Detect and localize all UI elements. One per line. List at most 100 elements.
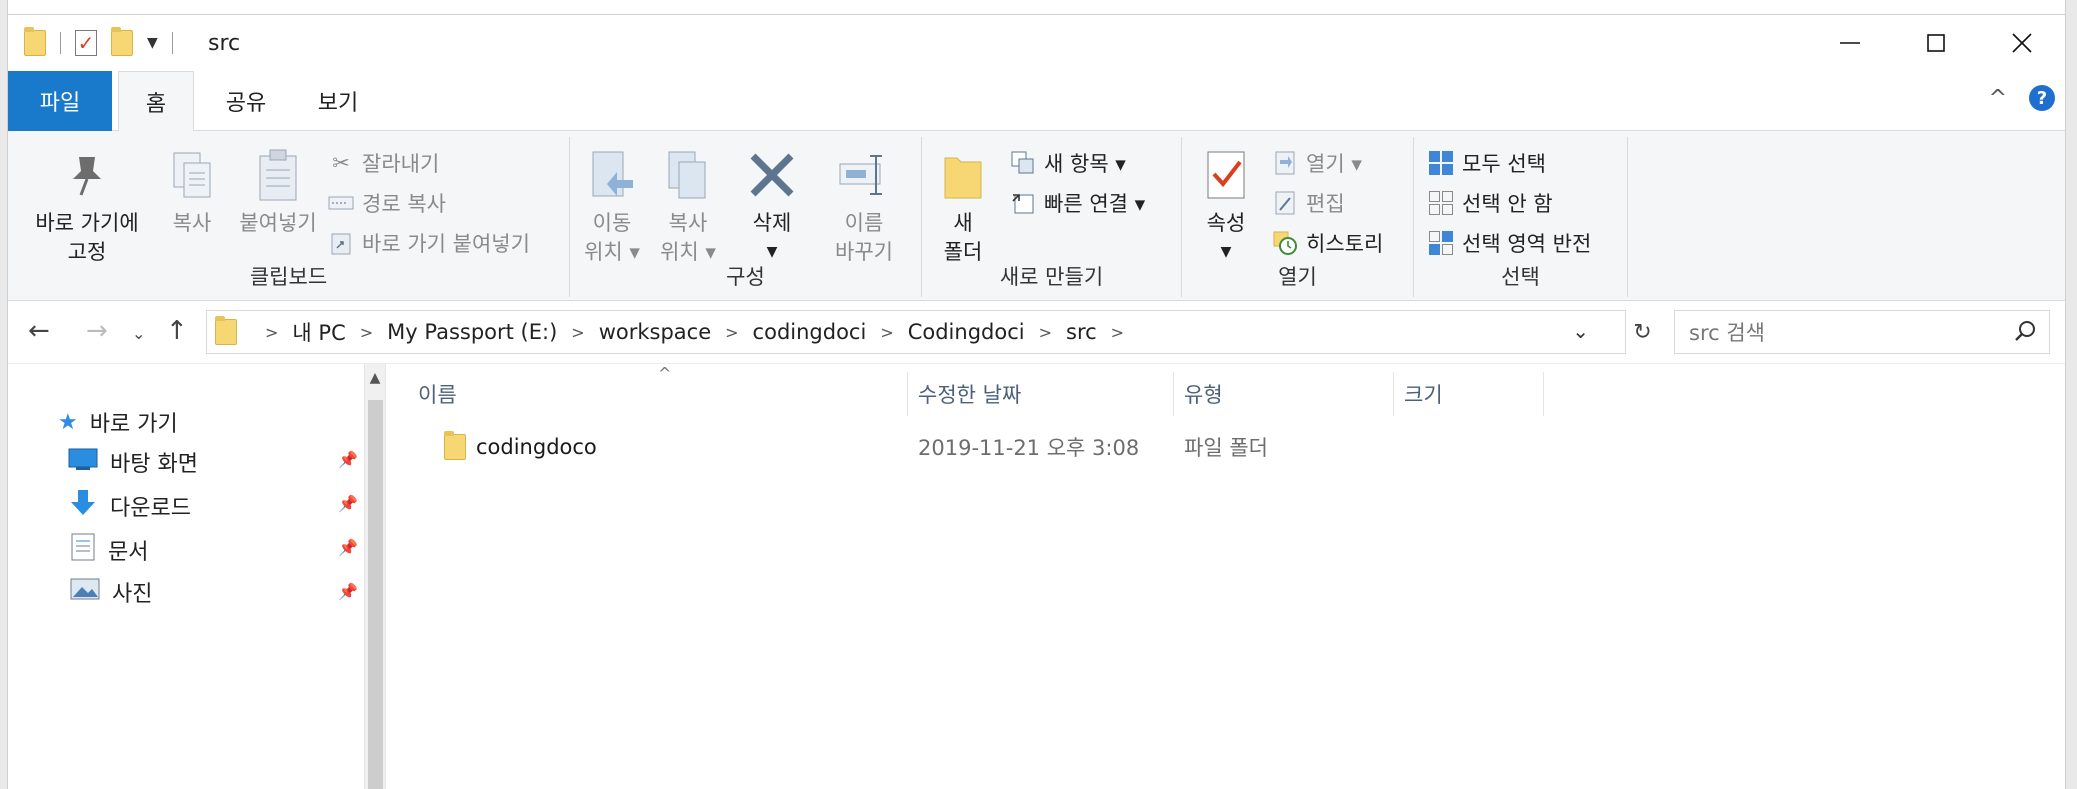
select-none-label: 선택 안 함 (1462, 192, 1553, 216)
easy-access-icon (1010, 190, 1036, 216)
delete-button[interactable]: 삭제 ▼ (740, 145, 804, 267)
new-folder-button[interactable]: 새 폴더 (938, 145, 988, 267)
easy-access-button[interactable]: 빠른 연결 ▾ (1010, 185, 1145, 221)
recent-locations-chevron-icon[interactable]: ⌄ (132, 324, 145, 343)
close-icon (2012, 33, 2032, 53)
pin-label-line1: 바로 가기에 (35, 211, 139, 235)
breadcrumb-separator-icon[interactable]: > (360, 323, 373, 342)
ribbon-tabs: 파일 홈 공유 보기 ^ ? (8, 71, 2065, 132)
copy-button[interactable]: 복사 (160, 145, 224, 238)
history-button[interactable]: 히스토리 (1272, 225, 1383, 261)
nav-item-documents[interactable]: 문서 (70, 532, 148, 568)
minimize-button[interactable] (1807, 15, 1893, 71)
help-icon[interactable]: ? (2029, 85, 2055, 111)
breadcrumb-separator-icon[interactable]: > (880, 323, 893, 342)
nav-item-pictures[interactable]: 사진 (70, 576, 152, 608)
breadcrumb-codingdoci[interactable]: codingdoci (753, 320, 867, 344)
select-all-icon (1428, 150, 1454, 176)
delete-label: 삭제 (752, 211, 792, 235)
toolbar-separator (171, 32, 173, 54)
select-none-icon (1428, 190, 1454, 216)
file-type: 파일 폴더 (1184, 436, 1268, 460)
cut-button[interactable]: ✂ 잘라내기 (328, 145, 439, 181)
scissors-icon: ✂ (332, 151, 350, 175)
group-organize: 이동 위치 ▾ 복사 위치 ▾ 삭제 ▼ 이름 바꾸기 구성 (570, 137, 922, 297)
refresh-icon[interactable]: ↻ (1625, 311, 1659, 353)
table-row[interactable]: codingdoco 2019-11-21 오후 3:08 파일 폴더 (388, 426, 1388, 468)
invert-selection-label: 선택 영역 반전 (1462, 232, 1592, 256)
invert-selection-button[interactable]: 선택 영역 반전 (1428, 225, 1591, 261)
paste-button[interactable]: 붙여넣기 (230, 145, 326, 238)
breadcrumb-workspace[interactable]: workspace (599, 320, 711, 344)
edit-label: 편집 (1306, 192, 1345, 216)
pin-icon (65, 145, 109, 205)
scroll-thumb[interactable] (368, 400, 383, 789)
scroll-up-arrow-icon[interactable]: ▲ (365, 370, 385, 386)
select-all-label: 모두 선택 (1462, 152, 1546, 176)
breadcrumb-src[interactable]: src (1066, 320, 1097, 344)
breadcrumb-separator-icon[interactable]: > (571, 323, 584, 342)
nav-item-downloads-label: 다운로드 (110, 496, 191, 521)
file-explorer-window: ✓ ▼ src 파일 홈 공유 보기 ^ ? 바로 가기에 고정 복사 붙여넣기… (8, 14, 2065, 789)
copy-to-button[interactable]: 복사 위치 ▾ (656, 145, 720, 267)
toolbar-separator (60, 32, 61, 54)
move-to-button[interactable]: 이동 위치 ▾ (580, 145, 644, 267)
close-button[interactable] (1979, 15, 2065, 71)
tab-file[interactable]: 파일 (8, 71, 112, 131)
column-header-type[interactable]: 유형 (1174, 372, 1394, 416)
breadcrumb-this-pc[interactable]: 내 PC (292, 317, 345, 347)
address-box[interactable]: > 내 PC > My Passport (E:) > workspace > … (206, 310, 1652, 354)
maximize-button[interactable] (1893, 15, 1979, 71)
breadcrumb-separator-icon[interactable]: > (265, 323, 278, 342)
column-header-date-modified[interactable]: 수정한 날짜 (908, 372, 1174, 416)
folder-icon (444, 431, 466, 460)
select-none-button[interactable]: 선택 안 함 (1428, 185, 1553, 221)
copy-path-button[interactable]: 경로 복사 (328, 185, 446, 221)
group-label-clipboard: 클립보드 (249, 265, 328, 289)
address-dropdown-chevron-icon[interactable]: ⌄ (1572, 319, 1589, 343)
pin-to-quick-access-button[interactable]: 바로 가기에 고정 (22, 145, 152, 267)
new-item-label: 새 항목 ▾ (1044, 152, 1126, 176)
breadcrumb-codingdoci-project[interactable]: Codingdoci (908, 320, 1025, 344)
edit-button[interactable]: 편집 (1272, 185, 1345, 221)
column-header-size[interactable]: 크기 (1394, 372, 1544, 416)
tab-home[interactable]: 홈 (118, 71, 194, 132)
nav-quick-access[interactable]: ★ 바로 가기 (58, 406, 178, 438)
search-box[interactable]: src 검색 (1674, 310, 2050, 354)
breadcrumb-drive[interactable]: My Passport (E:) (387, 320, 557, 344)
select-all-button[interactable]: 모두 선택 (1428, 145, 1546, 181)
easy-access-label: 빠른 연결 ▾ (1044, 192, 1146, 216)
nav-item-desktop-label: 바탕 화면 (110, 452, 198, 477)
paste-shortcut-button[interactable]: 바로 가기 붙여넣기 (328, 225, 530, 261)
search-input[interactable]: src 검색 (1689, 317, 1765, 347)
rename-button[interactable]: 이름 바꾸기 (822, 145, 906, 267)
file-list: ^ 이름 수정한 날짜 유형 크기 codingdoco 2019-11-21 … (388, 364, 2065, 789)
up-arrow-icon[interactable]: ↑ (166, 316, 188, 346)
nav-pane-scrollbar[interactable]: ▲ (364, 364, 386, 789)
new-folder-label-line1: 새 (953, 211, 973, 235)
minimize-icon (1840, 42, 1860, 44)
file-name-cell[interactable]: codingdoco (444, 426, 597, 468)
tab-view[interactable]: 보기 (300, 71, 376, 131)
column-header-name[interactable]: 이름 (408, 372, 908, 416)
collapse-ribbon-icon[interactable]: ^ (1989, 86, 2007, 111)
breadcrumb-separator-icon[interactable]: > (725, 323, 738, 342)
window-title: src (208, 31, 241, 56)
move-to-label-line1: 이동 (592, 211, 632, 235)
breadcrumb-separator-icon[interactable]: > (1111, 323, 1124, 342)
breadcrumb-separator-icon[interactable]: > (1039, 323, 1052, 342)
nav-item-desktop[interactable]: 바탕 화면 (68, 446, 198, 478)
new-item-button[interactable]: 새 항목 ▾ (1010, 145, 1126, 181)
search-icon[interactable] (2013, 319, 2037, 348)
new-folder-icon[interactable] (111, 27, 133, 56)
copy-to-label-line1: 복사 (668, 211, 708, 235)
properties-icon[interactable]: ✓ (75, 30, 97, 56)
ribbon-right-controls: ^ ? (1989, 85, 2055, 111)
customize-toolbar-arrow-icon[interactable]: ▼ (147, 35, 158, 51)
tab-share[interactable]: 공유 (208, 71, 284, 131)
forward-arrow-icon[interactable]: → (86, 316, 108, 346)
back-arrow-icon[interactable]: ← (28, 316, 50, 346)
properties-button[interactable]: 속성 ▼ (1196, 145, 1256, 267)
open-button[interactable]: 열기 ▾ (1272, 145, 1362, 181)
nav-item-downloads[interactable]: 다운로드 (68, 488, 191, 524)
